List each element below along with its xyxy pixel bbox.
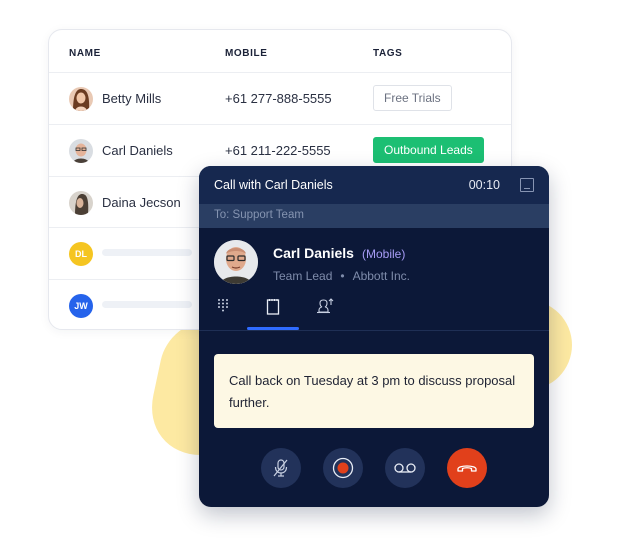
end-call-button[interactable]: [447, 448, 487, 488]
tab-dialpad[interactable]: [199, 298, 249, 328]
avatar-initials: DL: [69, 242, 93, 266]
call-header: Call with Carl Daniels 00:10: [199, 166, 549, 204]
placeholder-bar: [102, 249, 192, 256]
column-header-mobile: MOBILE: [225, 48, 268, 59]
call-controls: [199, 448, 549, 488]
column-header-name: NAME: [69, 48, 101, 59]
placeholder-bar: [102, 301, 192, 308]
column-header-tags: TAGS: [373, 48, 403, 59]
voicemail-button[interactable]: [385, 448, 425, 488]
note-text[interactable]: Call back on Tuesday at 3 pm to discuss …: [229, 370, 519, 414]
minimize-icon[interactable]: [520, 178, 534, 192]
avatar: [69, 87, 93, 111]
contact-name: Carl Daniels: [102, 143, 173, 158]
record-icon: [332, 457, 354, 479]
avatar: [69, 191, 93, 215]
tag-badge[interactable]: Outbound Leads: [373, 137, 484, 163]
contact-name: Daina Jecson: [102, 195, 181, 210]
record-button[interactable]: [323, 448, 363, 488]
tag-badge[interactable]: Free Trials: [373, 85, 452, 111]
tab-notes[interactable]: [247, 298, 299, 330]
call-note[interactable]: Call back on Tuesday at 3 pm to discuss …: [214, 354, 534, 428]
table-row[interactable]: Betty Mills +61 277-888-5555 Free Trials: [49, 73, 511, 125]
contact-name: Carl Daniels: [273, 245, 354, 261]
contact-company: Abbott Inc.: [352, 269, 410, 283]
contact-subtitle: Team Lead • Abbott Inc.: [273, 269, 410, 283]
transfer-icon: [317, 298, 334, 314]
mute-microphone-icon: [273, 459, 288, 477]
call-widget: Call with Carl Daniels 00:10 To: Support…: [199, 166, 549, 507]
contact-mobile: +61 211-222-5555: [225, 143, 331, 158]
recipient-bar: To: Support Team: [199, 204, 549, 228]
contact-name: Betty Mills: [102, 91, 162, 106]
table-header: NAME MOBILE TAGS: [49, 30, 511, 73]
call-title: Call with Carl Daniels: [214, 178, 333, 192]
avatar: [69, 139, 93, 163]
mute-button[interactable]: [261, 448, 301, 488]
call-tabs: [199, 290, 549, 331]
avatar-initials: JW: [69, 294, 93, 318]
contact-role: Team Lead: [273, 269, 333, 283]
voicemail-icon: [394, 463, 416, 473]
dialpad-icon: [218, 299, 228, 312]
tab-transfer[interactable]: [299, 298, 351, 328]
contact-info: Carl Daniels (Mobile) Team Lead • Abbott I…: [199, 228, 549, 290]
notes-icon: [266, 299, 280, 315]
hang-up-phone-icon: [457, 465, 477, 472]
contact-avatar: [214, 240, 258, 284]
recipient-text: To: Support Team: [214, 209, 304, 221]
separator-dot: •: [340, 269, 345, 283]
call-timer: 00:10: [468, 178, 500, 192]
phone-type-label: (Mobile): [362, 247, 406, 261]
contact-mobile: +61 277-888-5555: [225, 91, 332, 106]
